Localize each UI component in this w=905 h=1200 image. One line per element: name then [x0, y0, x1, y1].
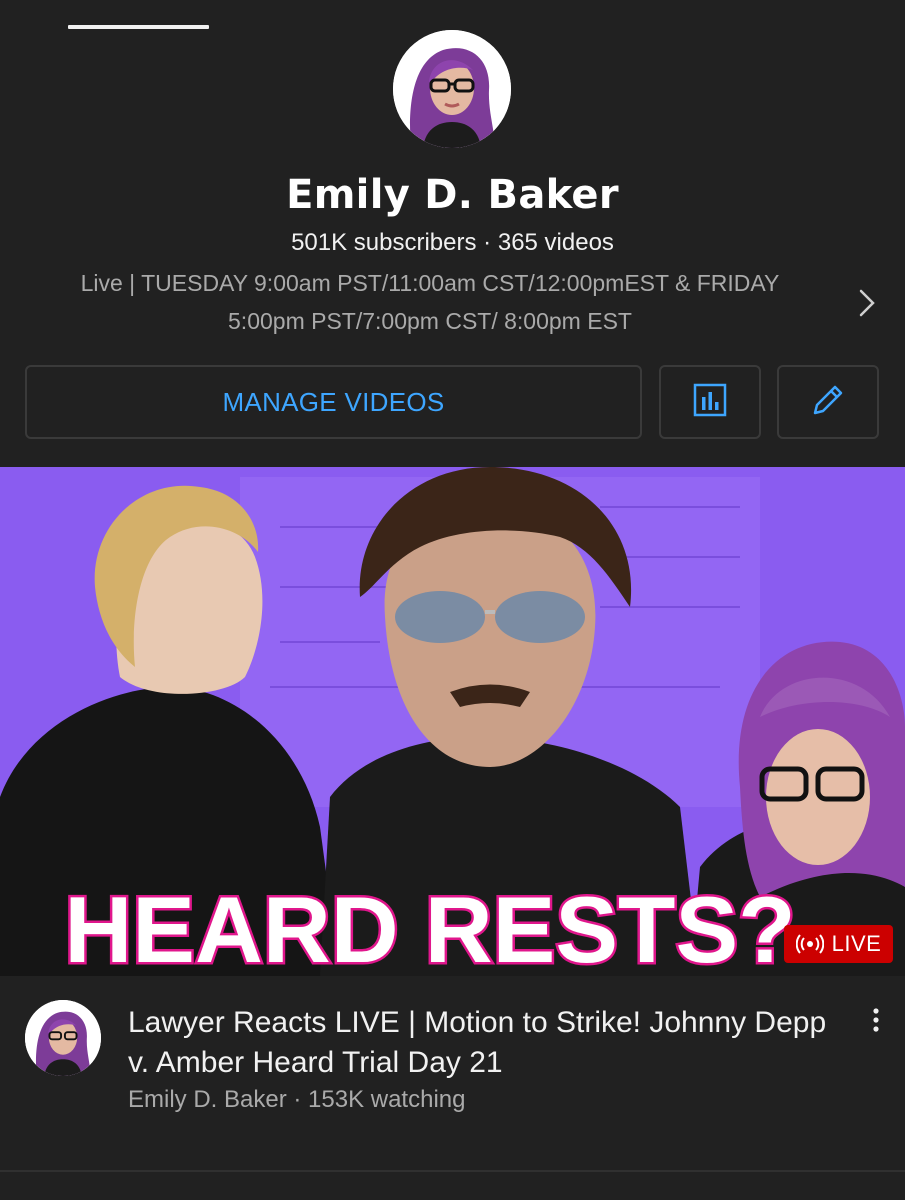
video-channel-avatar[interactable] [25, 1000, 101, 1076]
video-count: 365 videos [497, 229, 614, 256]
broadcast-icon [795, 934, 824, 954]
subscriber-count: 501K subscribers [291, 229, 477, 256]
channel-description[interactable]: Live | TUESDAY 9:00am PST/11:00am CST/12… [25, 264, 835, 340]
manage-videos-button[interactable]: MANAGE VIDEOS [25, 365, 642, 439]
video-thumbnail[interactable]: HEARD RESTS? [0, 467, 905, 976]
bar-chart-icon [692, 382, 728, 423]
chevron-right-icon[interactable] [852, 286, 882, 320]
channel-avatar[interactable] [393, 30, 511, 148]
video-title[interactable]: Lawyer Reacts LIVE | Motion to Strike! J… [128, 1003, 838, 1083]
live-label: LIVE [831, 931, 882, 956]
section-divider [0, 1170, 905, 1172]
edit-channel-button[interactable] [777, 365, 879, 439]
thumbnail-headline: HEARD RESTS? [64, 877, 795, 976]
manage-videos-label: MANAGE VIDEOS [222, 386, 445, 417]
pencil-icon [808, 380, 848, 425]
channel-name: Emily D. Baker [286, 172, 619, 218]
channel-stats: 501K subscribers · 365 videos [0, 229, 905, 257]
more-options-icon[interactable] [864, 1006, 888, 1038]
live-badge: LIVE [784, 925, 893, 963]
stats-separator: · [483, 229, 492, 256]
tab-indicator [68, 25, 209, 29]
video-meta: Emily D. Baker · 153K watching [128, 1086, 466, 1113]
analytics-button[interactable] [659, 365, 761, 439]
